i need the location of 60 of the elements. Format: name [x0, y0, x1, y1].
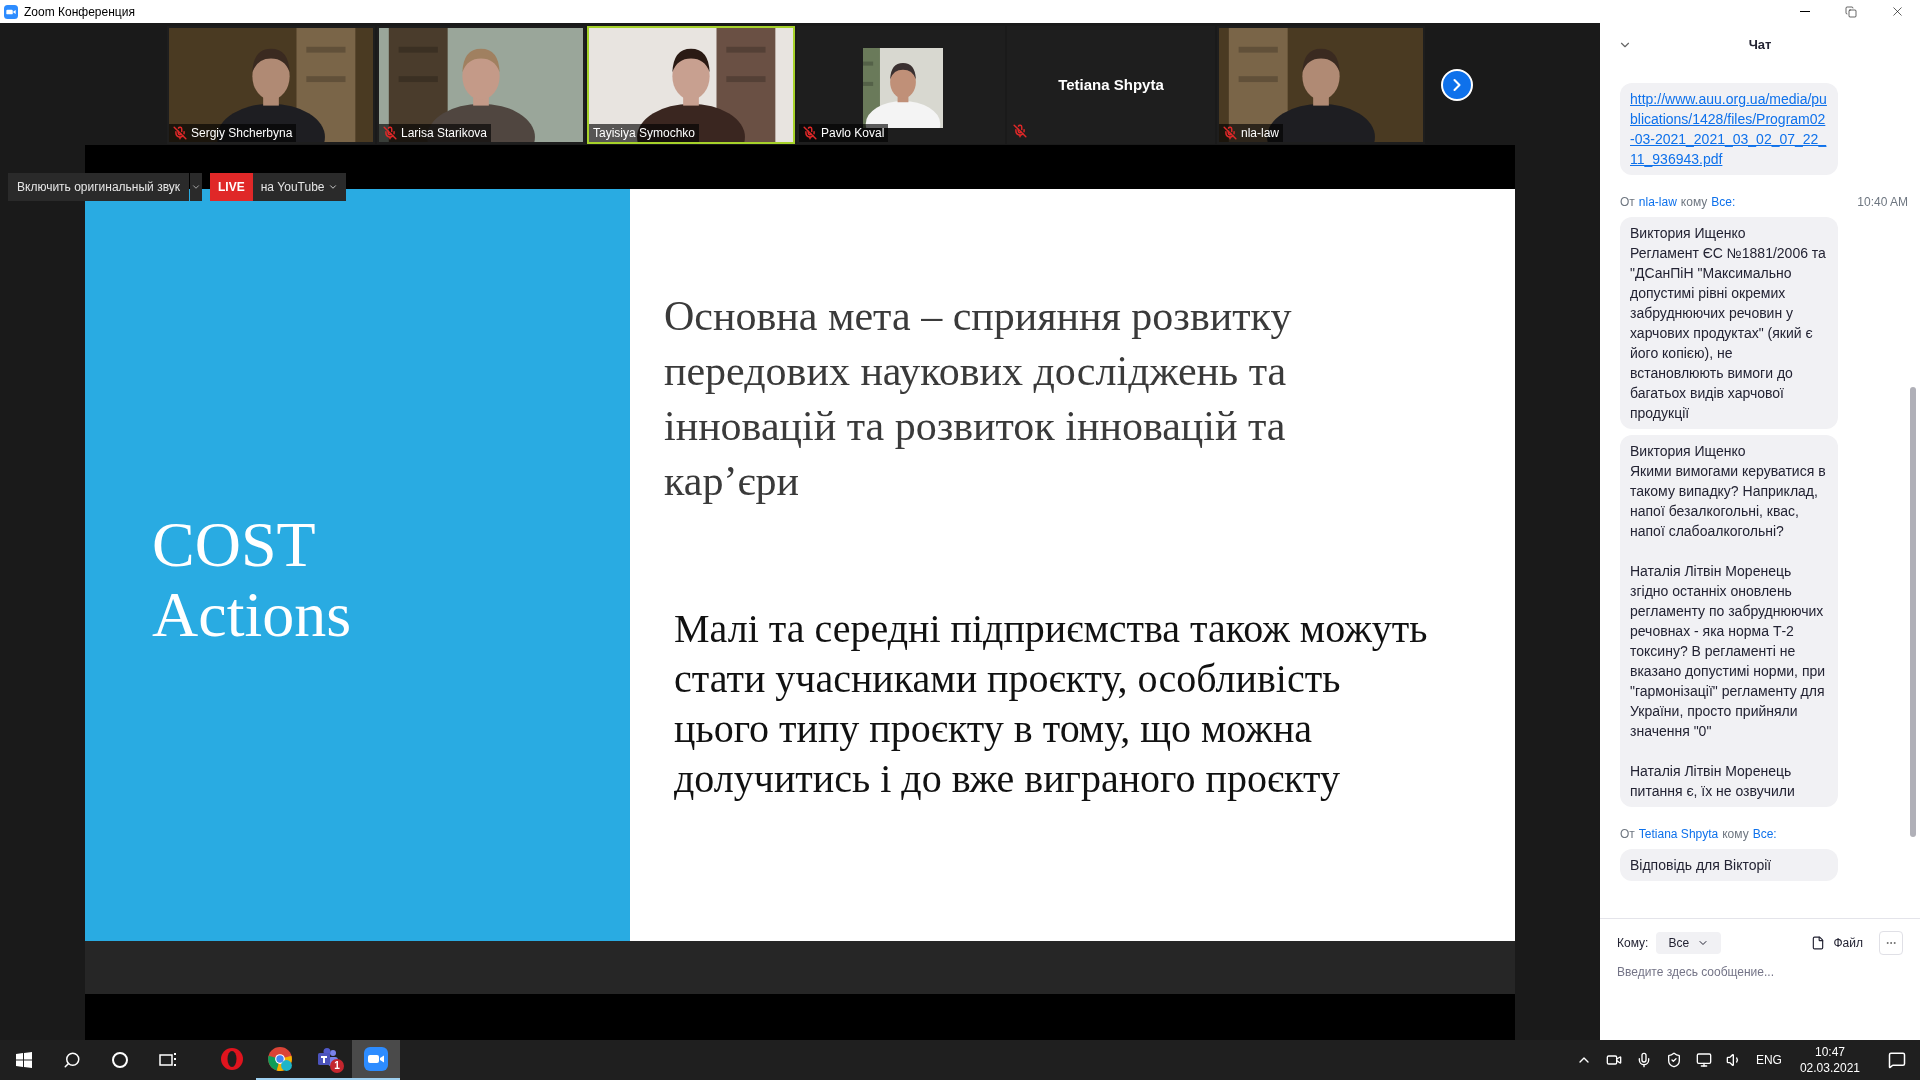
minimize-icon: [1800, 11, 1810, 12]
file-icon: [1811, 936, 1826, 950]
windows-icon: [16, 1052, 32, 1068]
original-audio-button[interactable]: Включить оригинальный звук: [8, 173, 189, 201]
taskbar-app[interactable]: [352, 1040, 400, 1080]
notifications-icon[interactable]: [1888, 1051, 1906, 1069]
to-label: Кому:: [1617, 935, 1649, 952]
to-label: кому: [1722, 826, 1749, 843]
app-logo-icon: [4, 4, 18, 19]
participant-name: Tayisiya Symochko: [593, 127, 696, 139]
video-tile[interactable]: Larisa Starikova: [377, 26, 585, 144]
file-button[interactable]: Файл: [1811, 934, 1863, 952]
participant-name: nla-law: [1241, 127, 1279, 139]
message-time: 10:40 AM: [1857, 194, 1908, 211]
to-label: кому: [1680, 194, 1708, 211]
shield-icon[interactable]: [1665, 1052, 1682, 1068]
participant-name: Tetiana Shpyta: [1058, 74, 1164, 95]
slide-title: COST Actions: [152, 510, 353, 650]
message-link[interactable]: http://www.auu.org.ua/media/publications/1428/files/Program02-03-2021_2021_03_02_07_22_11_936943.pdf: [1630, 89, 1828, 169]
clock-time[interactable]: 10:47: [1814, 1044, 1845, 1060]
language-indicator[interactable]: ENG: [1755, 1051, 1782, 1069]
video-tile[interactable]: Tetiana Shpyta: [1007, 26, 1215, 144]
caret-icon: [191, 182, 201, 192]
live-badge: LIVE: [210, 173, 253, 201]
caret-icon: [328, 182, 339, 192]
from-label: От: [1620, 194, 1635, 211]
video-tile[interactable]: Pavlo Koval: [797, 26, 1005, 144]
recipient-name[interactable]: Все:: [1752, 825, 1777, 843]
message-bubble: Відповідь для Вікторії: [1620, 849, 1838, 881]
recipient-dropdown[interactable]: Все: [1656, 932, 1722, 954]
restore-icon: [1845, 5, 1857, 18]
participant-name: Pavlo Koval: [821, 127, 885, 139]
notification-badge: 1: [330, 1059, 344, 1073]
video-tile[interactable]: Tayisiya Symochko: [587, 26, 795, 144]
next-page-button[interactable]: [1441, 69, 1473, 101]
participant-name: Sergiy Shcherbyna: [191, 127, 293, 139]
scrollbar[interactable]: [1910, 387, 1916, 837]
window-title: Zoom Конференция: [24, 3, 135, 21]
stream-button[interactable]: на YouTube: [252, 173, 347, 201]
zoom-icon: [364, 1047, 388, 1071]
chat-title: Чат: [1748, 36, 1772, 55]
chrome-icon: [267, 1046, 293, 1072]
recipient-name[interactable]: Все:: [1711, 193, 1736, 211]
opera-icon: [220, 1047, 244, 1071]
slide-body: Малі та середні підприємства також можуть стати учасниками проєкту, особливість цього типу проєкту в тому, що можна долучитись і до вже виграного проєкту: [674, 605, 1429, 803]
network-icon[interactable]: [1695, 1052, 1712, 1068]
task-view-icon: [159, 1052, 177, 1068]
slide-heading: Основна мета – сприяння розвитку передових наукових досліджень та інновацій та розвиток інновацій та кар’єри: [664, 292, 1293, 506]
message-bubble: Виктория Ищенко Якими вимогами керуватися в такому випадку? Наприклад, напої безалкогольні, квас, напої слабоалкогольні? Наталія Літвін Моренець згідно останніх оновлень регламенту по забруднюючих речовнах - яка норма Т-2 токсину? В регламенті не вказано допустимі норми, при "гармонізації" регламенту для України, просто прийняли значення "0" Наталія Літвін Моренець питання є, їх не озвучили: [1620, 435, 1838, 807]
from-label: От: [1620, 826, 1635, 843]
message-input[interactable]: Введите здесь сообщение...: [1617, 963, 1903, 981]
video-tile[interactable]: Sergiy Shcherbyna: [167, 26, 375, 144]
message-bubble: Виктория Ищенко Регламент ЄС №1881/2006 та "ДСанПіН "Максимально допустимі рівні окремих забруднюючих речовин у харчових продуктах" (який є його копією), не встановлюють вимоги до багатьох видів харчової продукції: [1620, 217, 1838, 429]
video-tile[interactable]: nla-law: [1217, 26, 1425, 144]
camera-icon[interactable]: [1605, 1052, 1622, 1068]
sender-name[interactable]: nla-law: [1638, 193, 1677, 211]
clock-date[interactable]: 02.03.2021: [1799, 1060, 1860, 1076]
participant-name: Larisa Starikova: [401, 127, 488, 139]
sender-name[interactable]: Tetiana Shpyta: [1638, 825, 1719, 843]
search-icon: [63, 1051, 81, 1069]
